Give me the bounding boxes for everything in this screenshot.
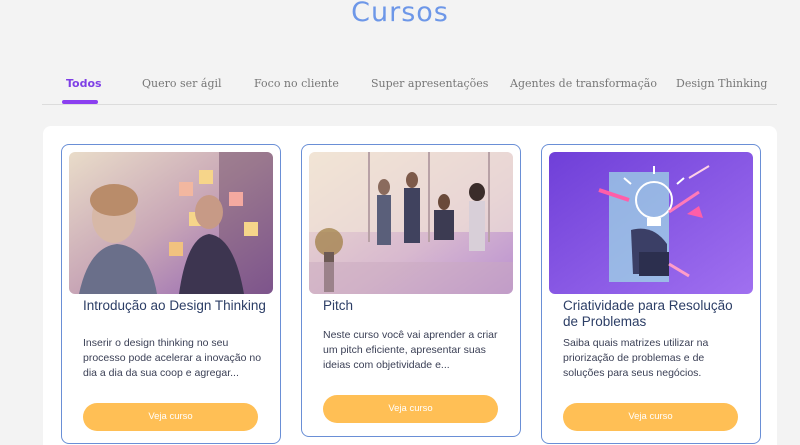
tab-todos[interactable]: Todos	[66, 77, 102, 90]
course-image	[309, 152, 513, 294]
course-card[interactable]: Introdução ao Design Thinking Inserir o …	[61, 144, 281, 444]
course-title: Introdução ao Design Thinking	[83, 298, 266, 313]
course-description: Neste curso você vai aprender a criar um…	[323, 329, 498, 371]
course-image	[549, 152, 753, 294]
course-description: Inserir o design thinking no seu process…	[83, 337, 262, 379]
page-title: Cursos	[351, 0, 449, 28]
course-title: Pitch	[323, 298, 354, 313]
course-description: Saiba quais matrizes utilizar na prioriz…	[563, 337, 709, 379]
veja-curso-button[interactable]: Veja curso	[83, 403, 258, 431]
course-title: Criatividade para Resolução de Problemas	[563, 298, 733, 329]
course-card[interactable]: Criatividade para Resolução de Problemas…	[541, 144, 761, 444]
course-card[interactable]: Pitch Neste curso você vai aprender a cr…	[301, 144, 521, 437]
course-image	[69, 152, 273, 294]
tab-foco-no-cliente[interactable]: Foco no cliente	[254, 77, 339, 90]
tab-quero-ser-agil[interactable]: Quero ser ágil	[142, 77, 222, 90]
tab-agentes-de-transformacao[interactable]: Agentes de transformação	[510, 77, 657, 90]
tab-super-apresentacoes[interactable]: Super apresentações	[371, 77, 488, 90]
tab-design-thinking[interactable]: Design Thinking	[676, 77, 767, 90]
veja-curso-button[interactable]: Veja curso	[563, 403, 738, 431]
veja-curso-button[interactable]: Veja curso	[323, 395, 498, 423]
active-tab-indicator	[62, 100, 98, 104]
course-tabs: Todos Quero ser ágil Foco no cliente Sup…	[42, 71, 777, 105]
